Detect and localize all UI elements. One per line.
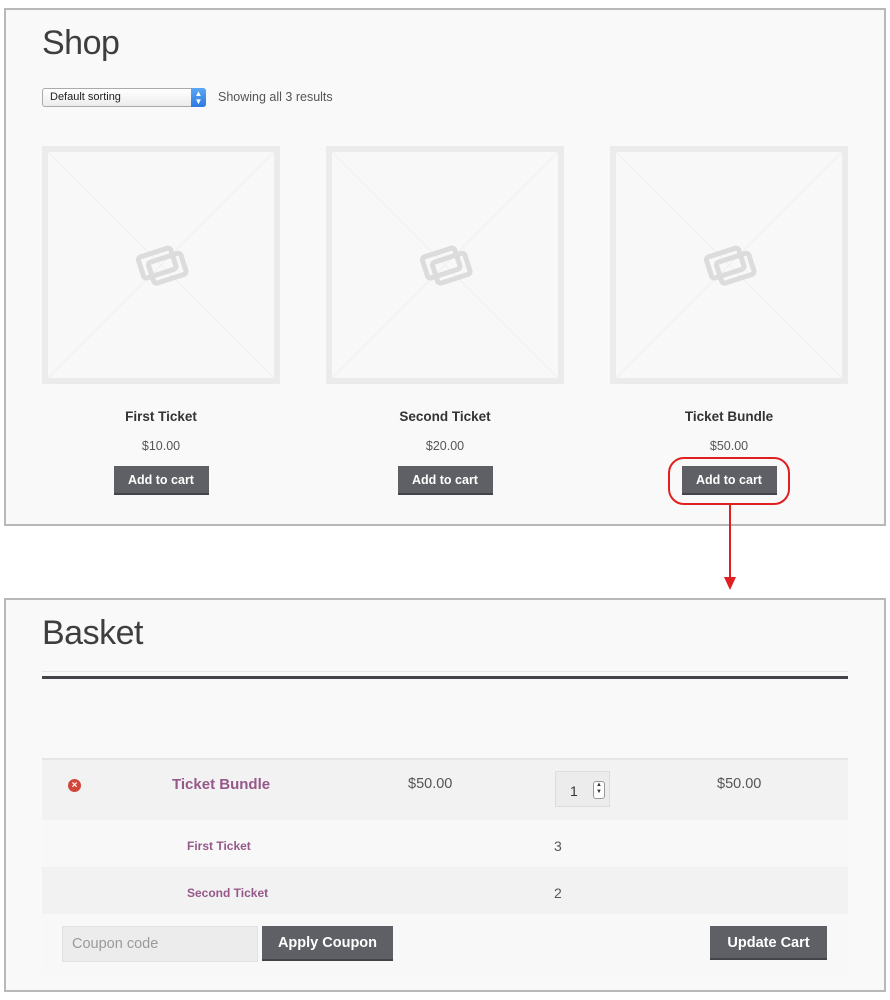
stepper-arrows-icon[interactable]: ▲ ▼	[593, 781, 605, 799]
shop-panel: Shop Default sorting ▲ ▼ Showing all 3 re…	[4, 8, 886, 526]
product-name[interactable]: Ticket Bundle	[610, 409, 848, 424]
quantity-value: 1	[570, 783, 578, 799]
product-image-placeholder[interactable]	[610, 146, 848, 384]
product-price: $10.00	[141, 439, 181, 453]
sorting-select[interactable]: Default sorting ▲ ▼	[42, 88, 206, 107]
page-title: Shop	[42, 24, 120, 62]
apply-coupon-button[interactable]: Apply Coupon	[262, 926, 393, 961]
product-name[interactable]: Second Ticket	[326, 409, 564, 424]
image-placeholder-icon	[48, 152, 274, 378]
remove-circle-icon[interactable]: ×	[68, 779, 81, 792]
cart-item-price: $50.00	[408, 776, 453, 792]
bundled-item-name[interactable]: First Ticket	[187, 839, 251, 853]
select-arrows-icon: ▲ ▼	[191, 88, 206, 107]
bundled-item-row: First Ticket 3	[42, 820, 848, 867]
product-price: $50.00	[709, 439, 749, 453]
product-price: $20.00	[425, 439, 465, 453]
bundled-item-row: Second Ticket 2	[42, 867, 848, 914]
divider	[42, 676, 848, 679]
bundled-item-quantity: 2	[554, 885, 562, 901]
page-title: Basket	[42, 614, 143, 652]
image-placeholder-icon	[616, 152, 842, 378]
cart-item-row: × Ticket Bundle $50.00 1 ▲ ▼ $50.00	[42, 758, 848, 822]
cart-item-subtotal: $50.00	[717, 776, 762, 792]
basket-panel: Basket × Ticket Bundle $50.00 1 ▲ ▼ $50.0…	[4, 598, 886, 992]
bundled-item-quantity: 3	[554, 838, 562, 854]
cart-item-name[interactable]: Ticket Bundle	[172, 776, 270, 793]
image-placeholder-icon	[332, 152, 558, 378]
add-to-cart-button[interactable]: Add to cart	[113, 466, 209, 495]
result-count: Showing all 3 results	[218, 90, 333, 104]
coupon-code-input[interactable]	[62, 926, 258, 962]
update-cart-button[interactable]: Update Cart	[710, 926, 827, 960]
add-to-cart-button[interactable]: Add to cart	[397, 466, 493, 495]
product-name[interactable]: First Ticket	[42, 409, 280, 424]
quantity-stepper[interactable]: 1 ▲ ▼	[555, 771, 610, 807]
divider	[42, 671, 848, 672]
product-card: Second Ticket $20.00 Add to cart	[326, 146, 564, 495]
sorting-select-value: Default sorting	[50, 91, 121, 103]
cart-actions-row: Apply Coupon Update Cart	[42, 914, 848, 974]
bundled-item-name[interactable]: Second Ticket	[187, 886, 268, 900]
product-image-placeholder[interactable]	[326, 146, 564, 384]
product-image-placeholder[interactable]	[42, 146, 280, 384]
arrow-down-icon	[724, 505, 736, 590]
highlight-circle	[668, 457, 790, 505]
product-card: Ticket Bundle $50.00 Add to cart	[610, 146, 848, 495]
product-card: First Ticket $10.00 Add to cart	[42, 146, 280, 495]
